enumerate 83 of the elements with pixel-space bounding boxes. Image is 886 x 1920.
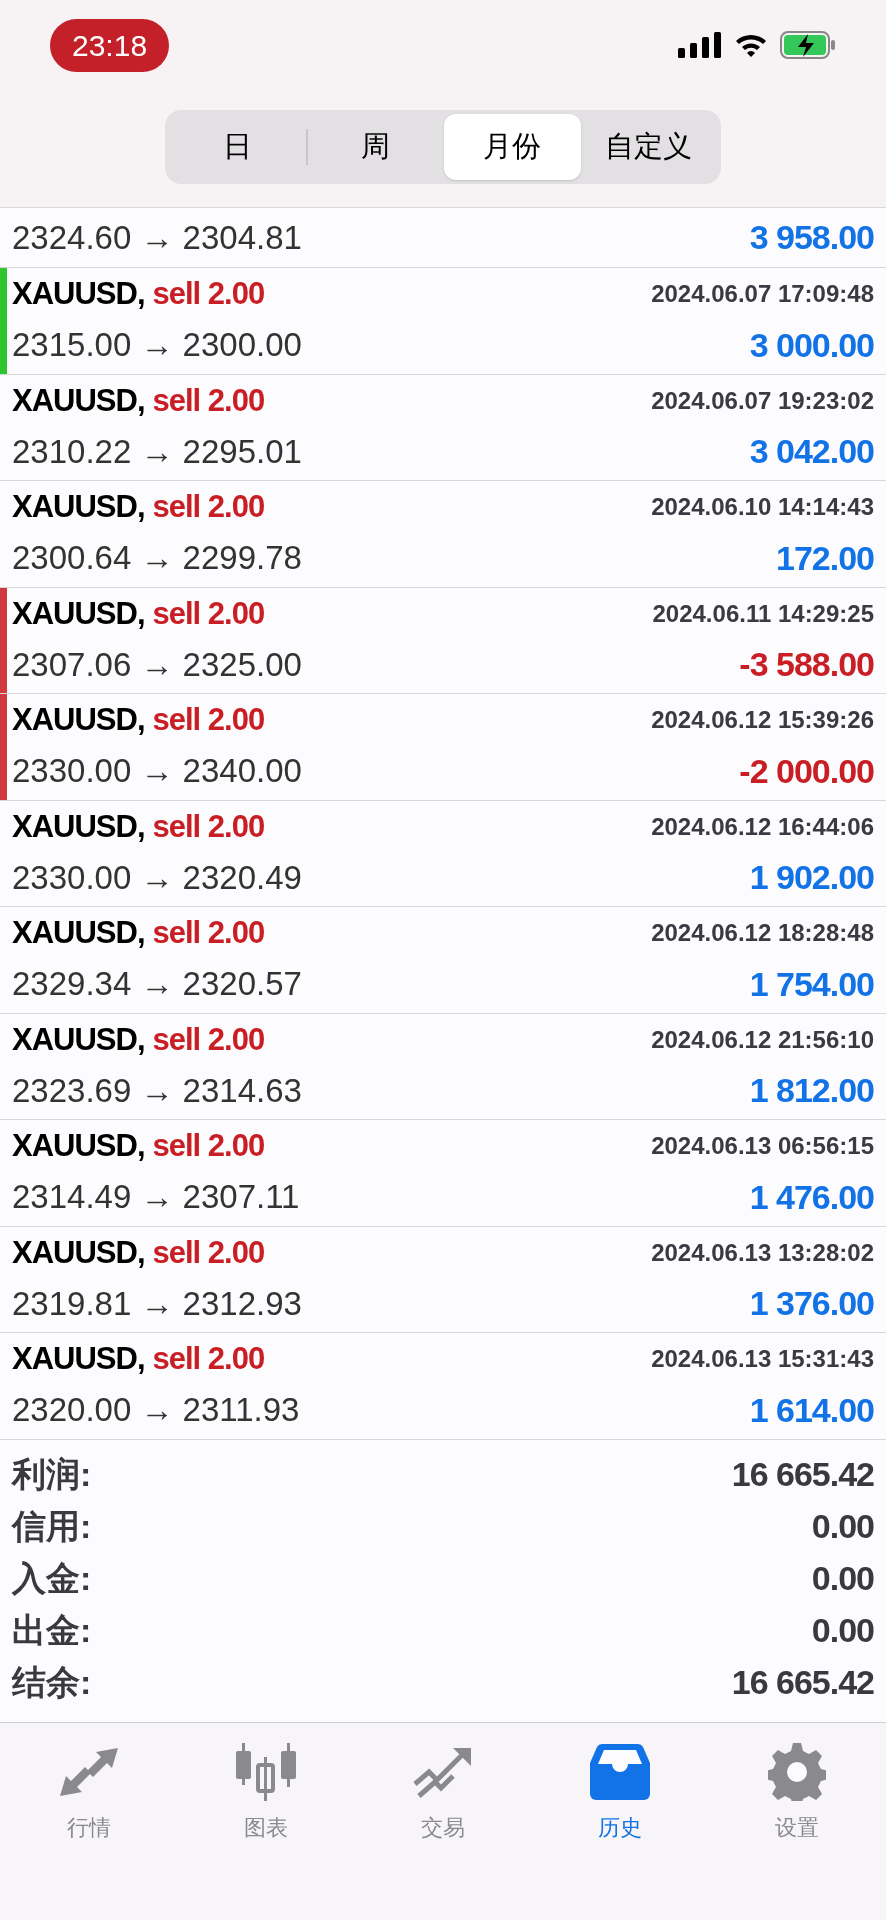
- profit-value: 1 902.00: [749, 857, 874, 898]
- summary-value: 16 665.42: [731, 1662, 874, 1704]
- deal-time: 2024.06.12 21:56:10: [651, 1024, 874, 1055]
- price-range: 2330.00 → 2320.49: [12, 857, 302, 898]
- symbol-label: XAUUSD,: [12, 275, 145, 313]
- price-range: 2319.81 → 2312.93: [12, 1283, 302, 1324]
- tab-bar-item[interactable]: 行情: [0, 1741, 178, 1844]
- settings-icon: [768, 1743, 827, 1801]
- profit-value: 1 812.00: [749, 1070, 874, 1111]
- inbox-tray-icon: [590, 1744, 651, 1800]
- deal-time: 2024.06.11 14:29:25: [652, 598, 874, 629]
- deal-side: sell 2.00: [152, 381, 265, 420]
- price-range: 2307.06 → 2325.00: [12, 644, 302, 685]
- symbol-label: XAUUSD,: [12, 701, 145, 739]
- signal-icon: [678, 32, 722, 58]
- deal-time: 2024.06.13 15:31:43: [651, 1344, 874, 1375]
- symbol-label: XAUUSD,: [12, 1340, 145, 1378]
- deal-side: sell 2.00: [152, 1340, 265, 1378]
- profit-value: 1 614.00: [749, 1389, 874, 1431]
- profit-value: 1 476.00: [749, 1176, 874, 1218]
- tab-bar-item[interactable]: 交易: [354, 1741, 532, 1844]
- deal-time: 2024.06.13 06:56:15: [651, 1131, 874, 1162]
- profit-value: 3 958.00: [749, 217, 874, 258]
- deal-side: sell 2.00: [152, 488, 265, 526]
- summary-value: 16 665.42: [731, 1454, 874, 1496]
- deal-time: 2024.06.12 16:44:06: [651, 811, 874, 842]
- deal-side: sell 2.00: [152, 594, 265, 633]
- symbol-label: XAUUSD,: [12, 1127, 145, 1165]
- summary-label: 出金:: [12, 1610, 92, 1652]
- summary-label: 入金:: [12, 1558, 92, 1600]
- deal-time: 2024.06.12 15:39:26: [651, 705, 874, 736]
- deal-side: sell 2.00: [152, 914, 265, 952]
- summary-value: 0.00: [811, 1558, 874, 1600]
- price-range: 2323.69 → 2314.63: [12, 1070, 302, 1111]
- profit-value: -3 588.00: [739, 644, 874, 685]
- profit-value: 1 754.00: [749, 963, 874, 1005]
- summary-value: 0.00: [811, 1610, 874, 1652]
- period-tab[interactable]: 月份: [444, 114, 581, 180]
- price-range: 2310.22 → 2295.01: [12, 431, 302, 472]
- summary-label: 利润:: [12, 1454, 92, 1496]
- price-range: 2329.34 → 2320.57: [12, 964, 302, 1005]
- deal-time: 2024.06.07 19:23:02: [651, 385, 874, 416]
- tab-bar-item[interactable]: 历史: [531, 1741, 709, 1844]
- battery-charging-icon: [780, 31, 836, 59]
- symbol-label: XAUUSD,: [12, 488, 145, 526]
- wifi-icon: [734, 32, 768, 58]
- period-tab[interactable]: 自定义: [580, 114, 717, 180]
- deal-time: 2024.06.12 18:28:48: [651, 918, 874, 949]
- symbol-label: XAUUSD,: [12, 807, 145, 846]
- deal-time: 2024.06.07 17:09:48: [651, 279, 874, 310]
- price-range: 2300.64 → 2299.78: [12, 538, 302, 579]
- price-range: 2315.00 → 2300.00: [12, 325, 302, 366]
- symbol-label: XAUUSD,: [12, 594, 145, 633]
- deal-side: sell 2.00: [152, 1020, 265, 1059]
- price-range: 2314.49 → 2307.11: [12, 1177, 300, 1218]
- deal-side: sell 2.00: [152, 701, 265, 739]
- deal-side: sell 2.00: [152, 807, 265, 846]
- time-pill: 23:18: [50, 18, 170, 72]
- candlestick-icon: [234, 1743, 297, 1801]
- deal-side: sell 2.00: [152, 1127, 265, 1165]
- price-range: 2320.00 → 2311.93: [12, 1390, 300, 1431]
- summary-label: 信用:: [12, 1506, 92, 1548]
- profit-value: 3 042.00: [749, 431, 874, 472]
- symbol-label: XAUUSD,: [12, 914, 145, 952]
- deal-side: sell 2.00: [152, 1233, 265, 1272]
- period-tab[interactable]: 周: [307, 114, 444, 180]
- symbol-label: XAUUSD,: [12, 1020, 145, 1059]
- tab-bar-item[interactable]: 图表: [177, 1741, 355, 1844]
- symbol-label: XAUUSD,: [12, 1233, 145, 1272]
- summary-label: 结余:: [12, 1662, 92, 1704]
- tab-bar-item[interactable]: 设置: [708, 1741, 886, 1844]
- price-range: 2324.60 → 2304.81: [12, 217, 302, 258]
- price-range: 2330.00 → 2340.00: [12, 751, 302, 792]
- period-tab[interactable]: 日: [169, 114, 306, 180]
- deal-side: sell 2.00: [152, 275, 265, 313]
- profit-value: 1 376.00: [749, 1283, 874, 1324]
- summary-value: 0.00: [811, 1506, 874, 1548]
- deal-time: 2024.06.10 14:14:43: [651, 492, 874, 523]
- deal-time: 2024.06.13 13:28:02: [651, 1237, 874, 1268]
- profit-value: 3 000.00: [749, 324, 874, 366]
- profit-value: -2 000.00: [739, 750, 874, 792]
- symbol-label: XAUUSD,: [12, 381, 145, 420]
- profit-value: 172.00: [776, 537, 874, 579]
